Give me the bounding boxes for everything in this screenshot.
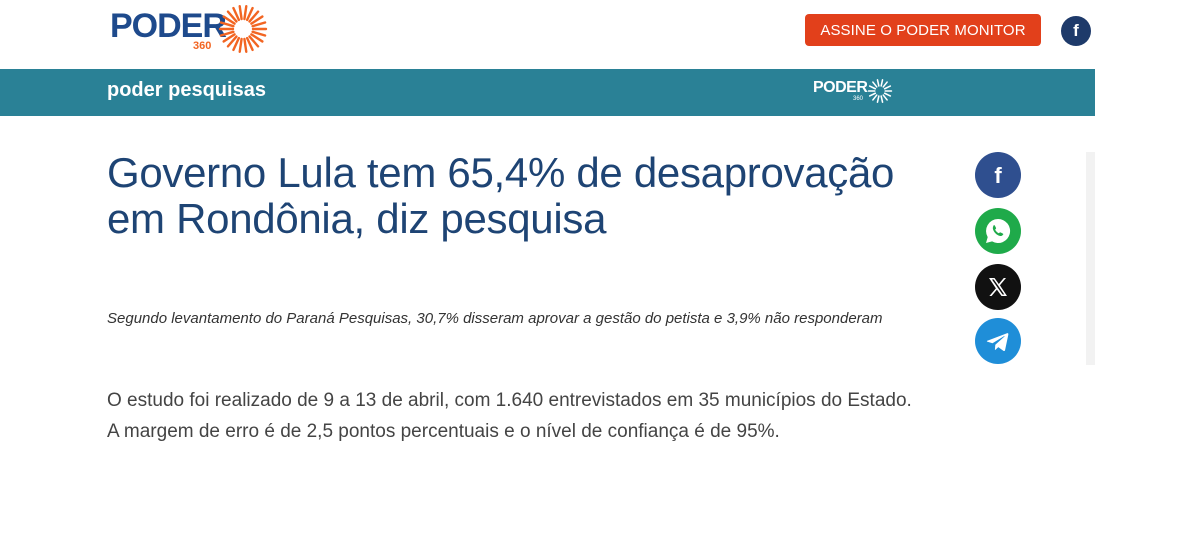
sunburst-ray: [882, 94, 888, 101]
sunburst-ray: [868, 92, 877, 97]
share-facebook-button[interactable]: f: [975, 152, 1021, 198]
article-body: O estudo foi realizado de 9 a 13 de abri…: [107, 390, 912, 442]
article-subtitle: Segundo levantamento do Paraná Pesquisas…: [107, 310, 883, 327]
share-x-button[interactable]: [975, 264, 1021, 310]
sidebar-strip: [1086, 152, 1095, 365]
sunburst-ray: [238, 5, 243, 21]
sunburst-ray: [219, 21, 235, 28]
facebook-icon[interactable]: f: [1061, 16, 1091, 46]
facebook-glyph: f: [1073, 21, 1079, 40]
sunburst-ray: [219, 30, 235, 37]
subscribe-button[interactable]: ASSINE O PODER MONITOR: [805, 14, 1041, 46]
facebook-glyph: f: [994, 163, 1002, 188]
whatsapp-icon: [986, 218, 1011, 243]
sunburst-ray: [251, 30, 267, 37]
sunburst-ray: [243, 37, 248, 53]
section-logo[interactable]: PODER 360: [813, 78, 903, 106]
section-bar: poder pesquisas PODER 360: [0, 69, 1095, 116]
sunburst-ray: [883, 92, 892, 97]
x-icon: [989, 278, 1007, 296]
sunburst-ray: [251, 21, 267, 28]
share-telegram-button[interactable]: [975, 318, 1021, 364]
sunburst-ray: [880, 95, 884, 103]
site-header: PODER 360 ASSINE O PODER MONITOR f: [0, 0, 1200, 69]
sunburst-ray: [238, 37, 243, 53]
sunburst-ray: [872, 94, 878, 101]
sunburst-ray: [243, 5, 248, 21]
sunburst-ray: [883, 85, 892, 90]
telegram-icon: [986, 333, 1009, 352]
sunburst-ray: [882, 81, 888, 88]
sunburst-logo-icon: [218, 5, 268, 53]
sunburst-ray: [876, 95, 880, 103]
section-title[interactable]: poder pesquisas: [107, 79, 266, 102]
sunburst-ray: [876, 79, 880, 87]
section-logo-number: 360: [853, 96, 864, 102]
sunburst-ray: [880, 79, 884, 87]
share-whatsapp-button[interactable]: [975, 208, 1021, 254]
article-headline: Governo Lula tem 65,4% de desaprovação e…: [107, 149, 895, 242]
sunburst-ray: [868, 85, 877, 90]
section-logo-wordmark: PODER: [813, 79, 868, 96]
sunburst-ray: [872, 81, 878, 88]
poder360-logo[interactable]: PODER 360: [110, 4, 270, 56]
sunburst-mini-icon: [867, 79, 893, 103]
logo-number: 360: [193, 40, 212, 52]
facebook-icon: f: [994, 163, 1002, 188]
